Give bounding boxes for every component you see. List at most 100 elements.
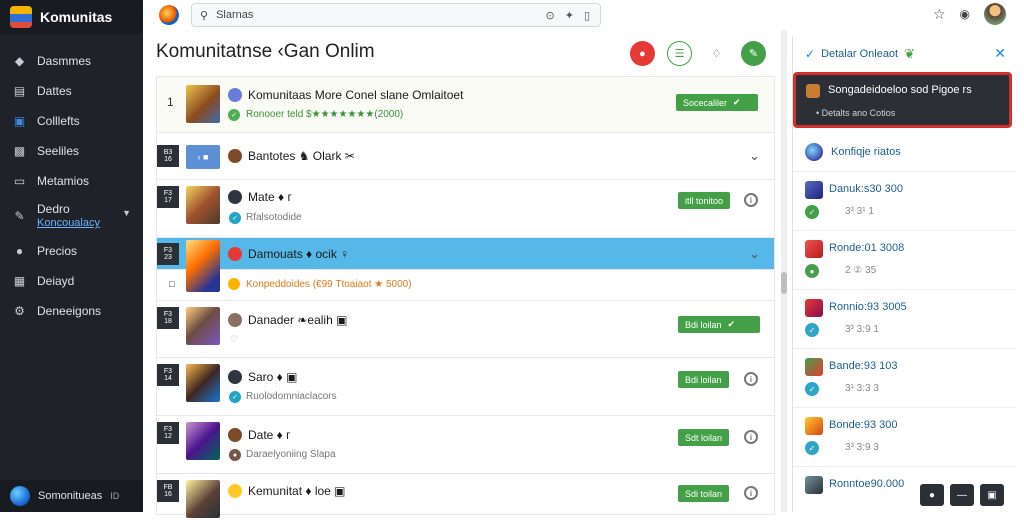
sidebar-item-colllefts[interactable]: ▣ Colllefts [0, 106, 143, 136]
lock-icon[interactable]: ◉ [960, 7, 970, 21]
gear-icon: ⚙ [14, 304, 25, 318]
info-icon[interactable]: i [744, 193, 758, 207]
sidebar-item-deiayd[interactable]: ▦ Deiayd [0, 266, 143, 296]
clipboard-icon[interactable]: ▯ [584, 9, 590, 22]
panel-header: ✓ Detalar Onleaot ❦ ✕ [793, 36, 1016, 72]
topbar: ⚲ Slarnas ⊙ ✦ ▯ ☆ ◉ [143, 0, 1024, 30]
search-icon: ⚲ [200, 9, 209, 22]
list-item[interactable]: Bonde:93 300 ✓ 3³ 3:9 3 [793, 408, 1016, 467]
table-row[interactable]: F3 18 Danader ❧ealih ▣ ♡ Bdi loilan ✔ [157, 301, 774, 358]
rank-top: F3 [163, 311, 173, 318]
scrollbar-thumb[interactable] [781, 272, 787, 294]
status-badge[interactable]: Bdi loilan ✔ [678, 316, 760, 333]
badge-label: Sdi toilan [685, 488, 723, 499]
status-icon: ✓ [805, 382, 819, 396]
brand[interactable]: Komunitas [0, 0, 143, 34]
sidebar-item-dattes[interactable]: ▤ Dattes [0, 76, 143, 106]
status-badge[interactable]: Bdi loilan [678, 371, 729, 388]
list-item[interactable]: Ronde:01 3008 ● 2 ② 35 [793, 231, 1016, 290]
verified-icon: ✓ [228, 109, 240, 121]
table-row[interactable]: F3 17 Mate ♦ г ✓ Rfalsotodide itll tonit… [157, 180, 774, 238]
row-title[interactable]: Bantotes ♞ Olark ✂ [248, 149, 355, 163]
sidebar-item-metamios[interactable]: ▭ Metamios [0, 166, 143, 196]
row-title[interactable]: Damouats ♦ ocik ♀ [248, 247, 349, 261]
sidebar-item-deneeigons[interactable]: ⚙ Deneeigons [0, 296, 143, 326]
footer-label: Somonitueas [38, 490, 103, 502]
sidebar-sublink[interactable]: Koncoualacy [37, 216, 100, 230]
row-title[interactable]: Kemunitat ♦ loe ▣ [248, 484, 346, 498]
chevron-down-icon[interactable]: ▼ [122, 208, 131, 218]
row-title[interactable]: Mate ♦ г [248, 190, 292, 204]
topbar-actions: ☆ ◉ [933, 3, 1006, 25]
record-button[interactable]: ● [630, 41, 655, 66]
info-icon[interactable]: i [744, 430, 758, 444]
info-icon[interactable]: i [744, 486, 758, 500]
status-badge[interactable]: Sdt loilan [678, 429, 730, 446]
list-item[interactable]: Danuk:s30 300 ✓ 3³ 3¹ 1 [793, 172, 1016, 231]
table-row[interactable]: F3 12 Date ♦ г ● Daraelyoniing Slapa Sdt… [157, 416, 774, 474]
chart-icon: ▩ [13, 144, 26, 158]
sidebar-footer[interactable]: Somonitueas ID [0, 480, 143, 512]
status-badge[interactable]: Sdi toilan [678, 485, 730, 502]
puzzle-icon: ◆ [14, 54, 25, 68]
expand-icon[interactable]: □ [169, 279, 174, 289]
status-badge[interactable]: Socecaliler ✔ [676, 94, 758, 111]
minimize-icon[interactable]: — [950, 484, 974, 506]
pin-icon[interactable]: ✦ [565, 9, 574, 22]
sidebar-item-dedro[interactable]: ✎ Dedro Koncoualacy ▼ [0, 196, 143, 236]
table-row[interactable]: 1 Komunitaas More Conel slane Omlaitoet … [157, 77, 774, 133]
status-icon: ✓ [805, 323, 819, 337]
app-switcher-icon[interactable] [159, 5, 179, 25]
row-title[interactable]: Saro ♦ ▣ [248, 370, 297, 384]
avatar[interactable] [984, 3, 1006, 25]
chat-icon[interactable]: ● [920, 484, 944, 506]
list-item[interactable]: Bande:93 103 ✓ 3¹ 3:3 3 [793, 349, 1016, 408]
verified-icon: ✓ [229, 212, 241, 224]
section-title: Konfiqje riatos [831, 145, 901, 158]
search-input[interactable]: ⚲ Slarnas ⊙ ✦ ▯ [191, 3, 601, 27]
row-subtitle: Ruolodomniaclacors [246, 391, 337, 402]
game-thumbnail [186, 186, 220, 224]
heart-icon[interactable]: ♡ [230, 334, 238, 345]
row-title[interactable]: Danader ❧ealih ▣ [248, 313, 347, 327]
star-icon[interactable]: ☆ [933, 6, 946, 23]
list-view-button[interactable]: ☰ [667, 41, 692, 66]
window-icon[interactable]: ▣ [980, 484, 1004, 506]
alert-card[interactable]: Songadeidoeloo sod Pigoe rs • Detalts an… [793, 72, 1012, 128]
inbox-icon: ▭ [13, 174, 26, 188]
game-icon [805, 417, 823, 435]
item-value: 3¹ 3:3 3 [845, 383, 879, 394]
clear-icon[interactable]: ⊙ [546, 9, 555, 22]
info-icon[interactable]: i [744, 372, 758, 386]
close-icon[interactable]: ✕ [994, 45, 1006, 62]
game-icon [805, 476, 823, 494]
sidebar-item-precios[interactable]: ● Precios [0, 236, 143, 266]
game-icon [228, 313, 242, 327]
details-panel: ✓ Detalar Onleaot ❦ ✕ Songadeidoeloo sod… [792, 36, 1016, 526]
chevron-down-icon[interactable]: ⌄ [749, 246, 760, 262]
row-title[interactable]: Komunitaas More Conel slane Omlaitoet [248, 88, 463, 102]
row-title[interactable]: Date ♦ г [248, 428, 291, 442]
panel-section-header[interactable]: Konfiqje riatos [793, 132, 1016, 172]
game-icon [228, 88, 242, 102]
sidebar-item-seeliles[interactable]: ▩ Seeliles [0, 136, 143, 166]
table-row[interactable]: F3 14 Saro ♦ ▣ ✓ Ruolodomniaclacors Bdi … [157, 358, 774, 416]
status-badge[interactable]: itll tonitoo [678, 192, 731, 209]
people-icon: ● [15, 244, 24, 258]
table-row[interactable]: FB 16 Kemunitat ♦ loe ▣ Sdi toilan i [157, 474, 774, 518]
rank-bottom: 14 [164, 375, 172, 382]
game-icon [228, 149, 242, 163]
list-item[interactable]: Ronnio:93 3005 ✓ 3³ 3:9 1 [793, 290, 1016, 349]
sidebar-item-label: Dasmmes [37, 54, 92, 68]
edit-button[interactable]: ✎ [741, 41, 766, 66]
table-row-selected[interactable]: F3 23 Damouats ♦ ocik ♀ ⌄ [157, 238, 774, 292]
sidebar-item-dasmmes[interactable]: ◆ Dasmmes [0, 46, 143, 76]
sidebar: Komunitas ◆ Dasmmes ▤ Dattes ▣ Colllefts… [0, 0, 143, 512]
globe-icon [805, 142, 823, 161]
chevron-down-icon[interactable]: ⌄ [749, 148, 760, 164]
table-row[interactable]: B3 16 ‹ ■ Bantotes ♞ Olark ✂ ⌄ [157, 133, 774, 180]
pin-button[interactable]: ♢ [704, 41, 729, 66]
row-subtitle: Konpeddoides (€99 Ttoaiaot ★ 5000) [246, 279, 412, 290]
scrollbar[interactable] [781, 30, 787, 512]
item-title: Ronde:01 3008 [829, 242, 905, 254]
